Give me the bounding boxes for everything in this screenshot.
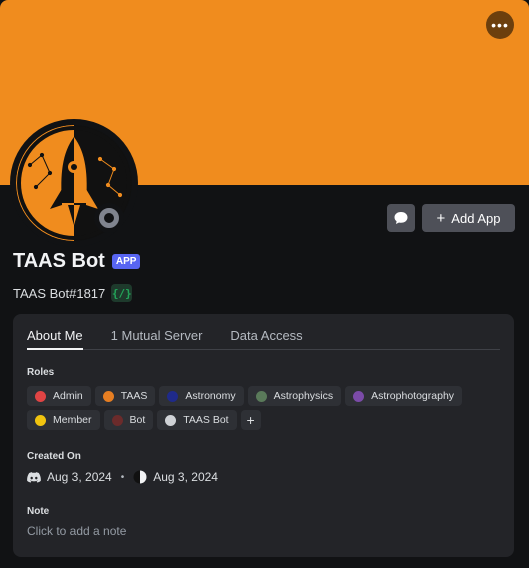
add-role-button[interactable]: + xyxy=(240,410,261,430)
role-color-dot xyxy=(165,414,177,426)
chat-bubble-icon xyxy=(394,212,408,224)
status-indicator xyxy=(94,203,124,233)
username-row: TAAS Bot#1817 {/} xyxy=(13,284,133,302)
username[interactable]: TAAS Bot#1817 xyxy=(13,286,105,301)
created-on-heading: Created On xyxy=(27,451,81,462)
role-chip-bot[interactable]: Bot xyxy=(103,410,154,430)
roles-heading: Roles xyxy=(27,367,55,378)
role-name: Member xyxy=(53,414,92,426)
plus-icon: + xyxy=(246,412,255,428)
role-chip-admin[interactable]: Admin xyxy=(27,386,91,406)
role-color-dot xyxy=(102,390,114,402)
offline-status-icon xyxy=(99,208,119,228)
code-brackets-icon[interactable]: {/} xyxy=(111,284,133,302)
ellipsis-icon: ••• xyxy=(491,17,509,33)
role-chip-taas[interactable]: TAAS xyxy=(94,386,156,406)
role-name: Astrophysics xyxy=(273,390,334,402)
profile-name-row: TAAS Bot APP xyxy=(13,250,141,273)
tab-data-access[interactable]: Data Access xyxy=(230,328,302,349)
role-name: Admin xyxy=(53,390,83,402)
note-input[interactable]: Click to add a note xyxy=(27,524,126,538)
role-name: Astronomy xyxy=(185,390,236,402)
role-color-dot xyxy=(255,390,267,402)
profile-details-panel: About Me 1 Mutual Server Data Access Rol… xyxy=(13,314,514,557)
tab-about-me[interactable]: About Me xyxy=(27,328,83,350)
server-joined-date: Aug 3, 2024 xyxy=(153,470,218,484)
role-chip-astrophysics[interactable]: Astrophysics xyxy=(247,386,342,406)
role-name: TAAS xyxy=(120,390,148,402)
discord-logo-icon xyxy=(27,471,41,483)
profile-card: ••• + Add App TAAS Bot APP TAAS Bot#1817… xyxy=(0,0,529,568)
tab-mutual-servers[interactable]: 1 Mutual Server xyxy=(111,328,203,349)
discord-created-date: Aug 3, 2024 xyxy=(47,470,112,484)
add-app-button[interactable]: + Add App xyxy=(422,204,515,232)
role-color-dot xyxy=(35,390,46,402)
plus-icon: + xyxy=(436,209,446,227)
server-icon xyxy=(133,470,147,484)
more-options-button[interactable]: ••• xyxy=(486,11,514,39)
role-chip-taas-bot[interactable]: TAAS Bot xyxy=(157,410,237,430)
role-name: Bot xyxy=(129,414,146,426)
role-name: Astrophotography xyxy=(371,390,455,402)
display-name: TAAS Bot xyxy=(13,250,105,272)
send-message-button[interactable] xyxy=(387,204,415,232)
role-chip-astronomy[interactable]: Astronomy xyxy=(159,386,244,406)
role-color-dot xyxy=(35,414,46,426)
role-color-dot xyxy=(111,414,123,426)
role-chip-member[interactable]: Member xyxy=(27,410,100,430)
role-chip-astrophotography[interactable]: Astrophotography xyxy=(345,386,463,406)
role-name: TAAS Bot xyxy=(183,414,229,426)
app-badge: APP xyxy=(111,254,141,269)
role-color-dot xyxy=(167,390,179,402)
profile-tabs: About Me 1 Mutual Server Data Access xyxy=(27,328,500,350)
roles-list: Admin TAAS Astronomy Astrophysics Astrop… xyxy=(27,386,467,430)
created-on-row: Aug 3, 2024 • Aug 3, 2024 xyxy=(27,470,218,484)
date-separator: • xyxy=(120,471,125,483)
role-color-dot xyxy=(353,390,365,402)
note-heading: Note xyxy=(27,506,50,517)
add-app-label: Add App xyxy=(451,210,501,226)
